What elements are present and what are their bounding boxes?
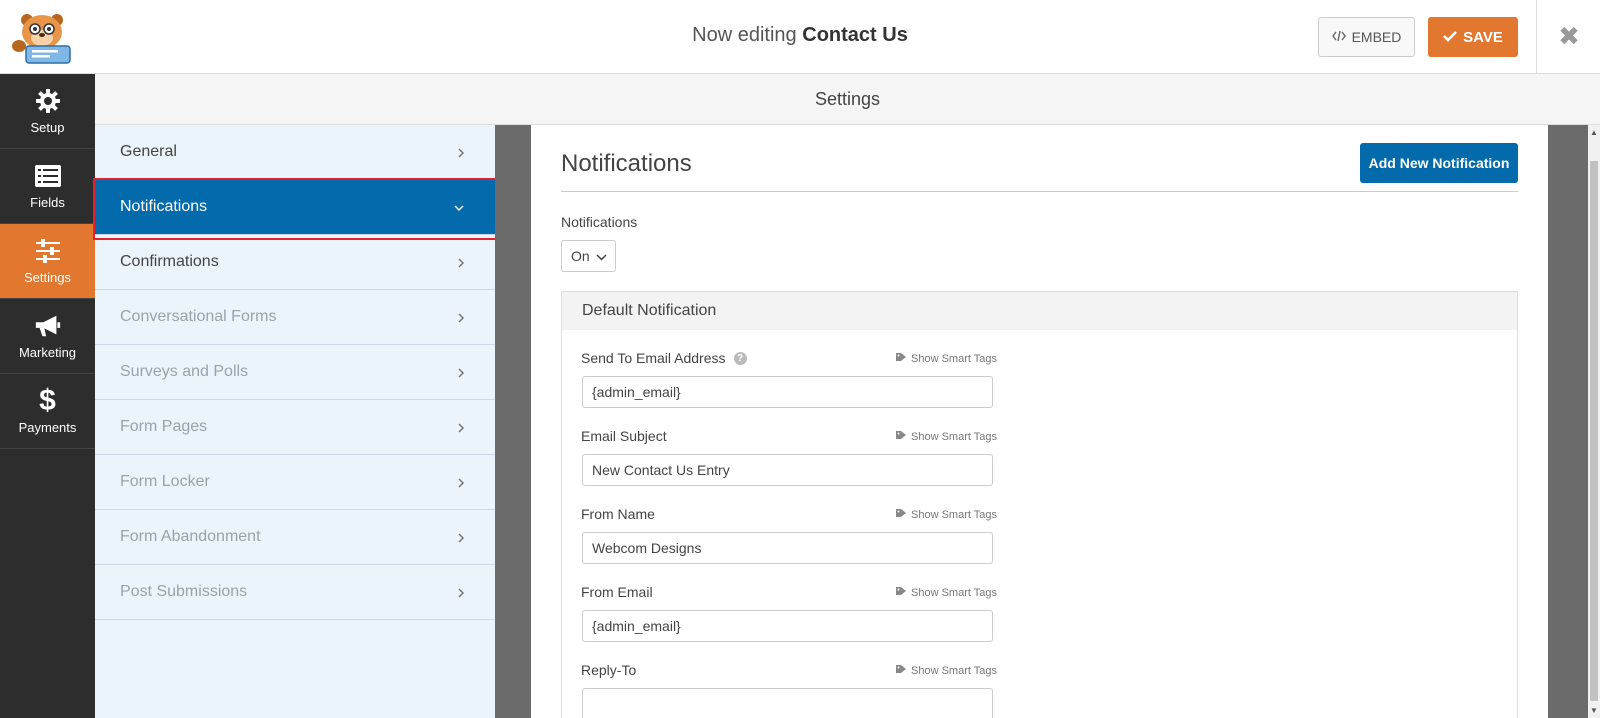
field-label-text: From Name: [581, 506, 655, 522]
settings-item-label: Surveys and Polls: [120, 363, 249, 380]
sidebar-item-label: Payments: [18, 420, 77, 435]
scroll-up-icon[interactable]: ▲: [1590, 128, 1598, 137]
show-smart-tags-link[interactable]: Show Smart Tags: [895, 352, 997, 365]
code-icon: [1331, 29, 1346, 45]
settings-item-label: Post Submissions: [120, 583, 248, 600]
tag-icon: [895, 352, 907, 365]
builder-sidebar: Setup Fields Settings Marketing $ Paymen…: [0, 74, 95, 718]
settings-item-label: Form Locker: [120, 473, 210, 490]
form-name: Contact Us: [802, 24, 908, 46]
email-subject-field[interactable]: [582, 454, 993, 486]
chevron-right-icon: [457, 235, 465, 290]
reply-to-label: Reply-To: [581, 662, 636, 678]
notifications-select[interactable]: On: [561, 240, 616, 272]
settings-item-confirmations[interactable]: Confirmations: [95, 235, 495, 290]
sidebar-item-label: Marketing: [18, 345, 77, 360]
vertical-scrollbar[interactable]: ▲ ▼: [1588, 125, 1600, 718]
settings-item-label: Form Pages: [120, 418, 208, 435]
email-subject-label: Email Subject: [581, 428, 667, 444]
show-smart-tags-link[interactable]: Show Smart Tags: [895, 430, 997, 443]
settings-item-label: Confirmations: [120, 253, 219, 270]
tag-icon: [895, 586, 907, 599]
from-name-field[interactable]: [582, 532, 993, 564]
embed-button[interactable]: EMBED: [1318, 17, 1415, 57]
save-button[interactable]: SAVE: [1428, 17, 1518, 57]
field-label-text: Reply-To: [581, 662, 637, 678]
divider: [561, 191, 1518, 192]
settings-item-label: Form Abandonment: [120, 528, 261, 545]
from-email-field[interactable]: [582, 610, 993, 642]
sidebar-item-fields[interactable]: Fields: [0, 149, 95, 224]
sidebar-item-label: Settings: [24, 270, 71, 285]
settings-item-conversational-forms[interactable]: Conversational Forms: [95, 290, 495, 345]
sliders-icon: [34, 237, 62, 265]
sidebar-item-label: Setup: [30, 120, 65, 135]
block-title: Default Notification: [562, 292, 1517, 330]
smart-tags-label: Show Smart Tags: [911, 430, 998, 443]
help-icon[interactable]: ?: [733, 351, 747, 365]
add-new-notification-button[interactable]: Add New Notification: [1360, 143, 1518, 183]
tag-icon: [895, 430, 907, 443]
settings-item-surveys-and-polls[interactable]: Surveys and Polls: [95, 345, 495, 400]
chevron-down-icon: [453, 180, 465, 235]
show-smart-tags-link[interactable]: Show Smart Tags: [895, 508, 997, 521]
gear-icon: [34, 87, 62, 115]
chevron-right-icon: [457, 400, 465, 455]
dollar-icon: $: [39, 384, 56, 417]
send-to-email-label: Send To Email Address ?: [581, 350, 747, 366]
megaphone-icon: [34, 312, 62, 340]
settings-item-label: Notifications: [120, 198, 208, 215]
settings-item-form-locker[interactable]: Form Locker: [95, 455, 495, 510]
from-name-label: From Name: [581, 506, 655, 522]
scroll-down-icon[interactable]: ▼: [1590, 706, 1598, 715]
chevron-right-icon: [457, 125, 465, 180]
settings-item-notifications[interactable]: Notifications: [93, 178, 497, 240]
scrollbar-thumb[interactable]: [1590, 161, 1598, 701]
settings-item-label: General: [120, 143, 177, 160]
chevron-down-icon: [596, 248, 607, 264]
list-icon: [34, 162, 62, 190]
field-label-text: Email Subject: [581, 428, 667, 444]
smart-tags-label: Show Smart Tags: [911, 664, 998, 677]
sidebar-item-payments[interactable]: $ Payments: [0, 374, 95, 449]
sidebar-item-settings[interactable]: Settings: [0, 224, 95, 299]
embed-label: EMBED: [1351, 29, 1402, 45]
chevron-right-icon: [457, 565, 465, 620]
chevron-right-icon: [457, 290, 465, 345]
show-smart-tags-link[interactable]: Show Smart Tags: [895, 664, 997, 677]
section-title: Notifications: [561, 150, 692, 177]
settings-item-post-submissions[interactable]: Post Submissions: [95, 565, 495, 620]
show-smart-tags-link[interactable]: Show Smart Tags: [895, 586, 997, 599]
field-label-text: From Email: [581, 584, 653, 600]
chevron-right-icon: [457, 455, 465, 510]
smart-tags-label: Show Smart Tags: [911, 352, 998, 365]
tag-icon: [895, 664, 907, 677]
settings-panel: General Notifications Confirmations Conv…: [93, 125, 497, 718]
sidebar-item-marketing[interactable]: Marketing: [0, 299, 95, 374]
close-icon[interactable]: ✖: [1555, 22, 1583, 50]
reply-to-field[interactable]: [582, 688, 993, 718]
smart-tags-label: Show Smart Tags: [911, 586, 998, 599]
check-icon: [1443, 29, 1458, 46]
from-email-label: From Email: [581, 584, 653, 600]
sidebar-item-label: Fields: [30, 195, 65, 210]
settings-item-form-pages[interactable]: Form Pages: [95, 400, 495, 455]
chevron-right-icon: [457, 510, 465, 565]
divider: [1536, 0, 1537, 74]
settings-item-general[interactable]: General: [95, 125, 495, 180]
save-label: SAVE: [1463, 28, 1503, 46]
notifications-select-value: On: [571, 248, 590, 264]
sidebar-item-setup[interactable]: Setup: [0, 74, 95, 149]
send-to-email-field[interactable]: [582, 376, 993, 408]
tag-icon: [895, 508, 907, 521]
smart-tags-label: Show Smart Tags: [911, 508, 998, 521]
settings-header: Settings: [95, 74, 1600, 125]
notifications-toggle-label: Notifications: [561, 214, 638, 230]
settings-item-label: Conversational Forms: [120, 308, 277, 325]
title-prefix: Now editing: [692, 24, 797, 46]
settings-item-form-abandonment[interactable]: Form Abandonment: [95, 510, 495, 565]
field-label-text: Send To Email Address: [581, 350, 726, 366]
top-bar: Now editing Contact Us EMBED SAVE ✖: [0, 0, 1600, 74]
chevron-right-icon: [457, 345, 465, 400]
